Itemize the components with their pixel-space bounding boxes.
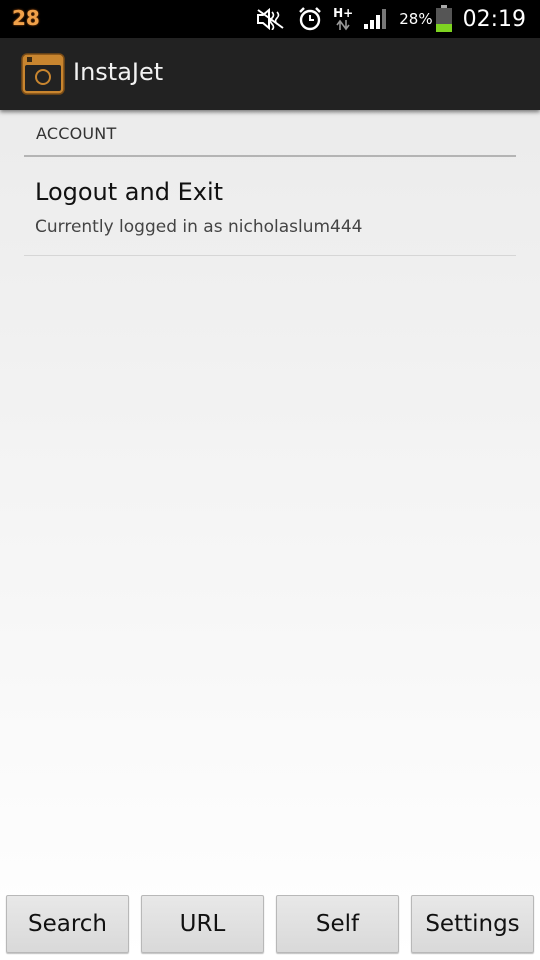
battery-percent: 28% (399, 10, 433, 28)
status-icons: H+ 28% 02:19 (255, 0, 526, 38)
settings-button[interactable]: Settings (411, 895, 534, 953)
item-divider (24, 255, 516, 256)
self-button[interactable]: Self (276, 895, 399, 953)
section-header-account: ACCOUNT (36, 124, 117, 143)
bottom-button-bar: Search URL Self Settings (0, 893, 540, 955)
search-button[interactable]: Search (6, 895, 129, 953)
notification-count: 28 (12, 6, 40, 30)
pref-item-title: Logout and Exit (35, 178, 224, 206)
network-type-label: H+ (333, 6, 354, 20)
app-title: InstaJet (73, 58, 164, 86)
battery-icon (435, 5, 453, 33)
section-divider (24, 155, 516, 157)
pref-item-summary: Currently logged in as nicholaslum444 (35, 217, 363, 237)
camera-icon[interactable] (21, 53, 65, 95)
status-bar: 28 H+ 28% 02:19 (0, 0, 540, 38)
url-button[interactable]: URL (141, 895, 264, 953)
logout-and-exit-item[interactable]: Logout and Exit Currently logged in as n… (24, 160, 516, 255)
alarm-icon (297, 6, 323, 32)
action-bar: InstaJet (0, 38, 540, 110)
signal-icon (363, 8, 389, 30)
mute-icon (255, 8, 287, 30)
clock: 02:19 (462, 6, 526, 32)
data-arrows-icon: H+ (333, 7, 353, 31)
